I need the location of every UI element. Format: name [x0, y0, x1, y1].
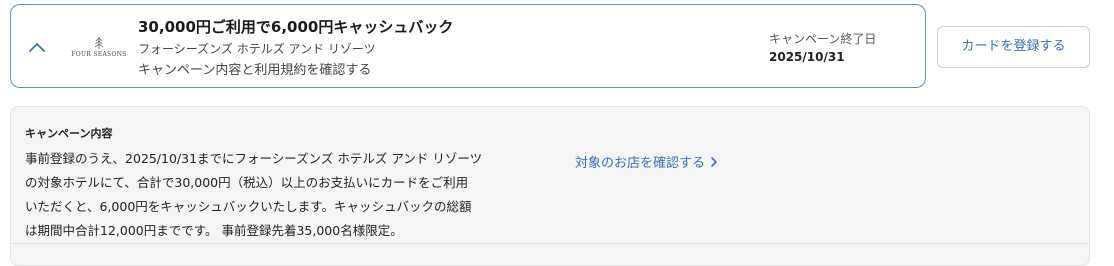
- details-heading: キャンペーン内容: [25, 127, 113, 140]
- logo-wordmark: FOUR SEASONS: [71, 51, 127, 58]
- details-body: 事前登録のうえ、2025/10/31までにフォーシーズンズ ホテルズ アンド リ…: [25, 147, 525, 243]
- divider: [11, 243, 1089, 244]
- merchant-name: フォーシーズンズ ホテルズ アンド リゾーツ: [138, 42, 376, 56]
- details-line: 事前登録のうえ、2025/10/31までにフォーシーズンズ ホテルズ アンド リ…: [25, 151, 483, 166]
- chevron-right-icon: [711, 157, 717, 167]
- chevron-up-icon[interactable]: [25, 35, 49, 59]
- details-line: は期間中合計12,000円までです。 事前登録先着35,000名様限定。: [25, 223, 403, 238]
- register-card-button[interactable]: カードを登録する: [937, 26, 1090, 68]
- offer-card: FOUR SEASONS 30,000円ご利用で6,000円キャッシュバック フ…: [10, 4, 926, 88]
- tree-icon: [94, 37, 104, 49]
- details-line: の対象ホテルにて、合計で30,000円（税込）以上のお支払いにカードをご利用: [25, 175, 469, 190]
- view-stores-label: 対象のお店を確認する: [575, 156, 706, 171]
- details-line: いただくと、6,000円をキャッシュバックいたします。キャッシュバックの総額: [25, 199, 472, 214]
- end-date-value: 2025/10/31: [769, 50, 845, 64]
- four-seasons-logo: FOUR SEASONS: [71, 36, 127, 64]
- end-date-label: キャンペーン終了日: [769, 32, 877, 46]
- offer-title: 30,000円ご利用で6,000円キャッシュバック: [138, 18, 454, 36]
- campaign-details-panel: キャンペーン内容 事前登録のうえ、2025/10/31までにフォーシーズンズ ホ…: [10, 106, 1090, 266]
- terms-link[interactable]: キャンペーン内容と利用規約を確認する: [138, 59, 371, 78]
- view-stores-link[interactable]: 対象のお店を確認する: [575, 152, 718, 171]
